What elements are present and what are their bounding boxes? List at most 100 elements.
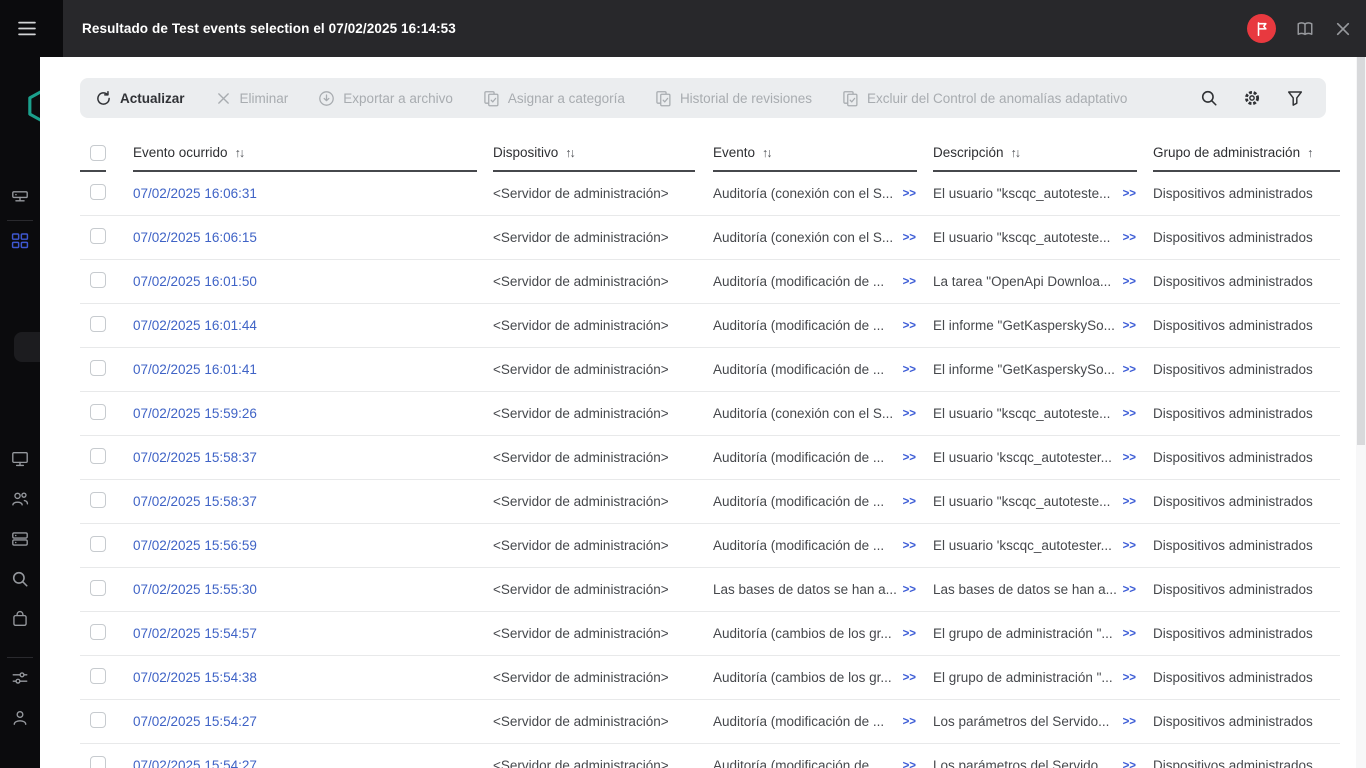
- event-time-link[interactable]: 07/02/2025 15:54:27: [133, 714, 257, 729]
- row-checkbox[interactable]: [90, 184, 106, 200]
- expand-chevrons-link[interactable]: >>: [1123, 232, 1136, 244]
- sort-arrows-icon[interactable]: ↑: [1307, 146, 1311, 160]
- event-time-link[interactable]: 07/02/2025 15:56:59: [133, 538, 257, 553]
- expand-chevrons-link[interactable]: >>: [1123, 496, 1136, 508]
- expand-chevrons-link[interactable]: >>: [903, 496, 916, 508]
- event-time-link[interactable]: 07/02/2025 16:06:31: [133, 186, 257, 201]
- event-time-link[interactable]: 07/02/2025 15:54:27: [133, 758, 257, 768]
- device-cell: <Servidor de administración>: [493, 714, 713, 729]
- toolbar-button-excluir-del-control-de-anomalías-adaptativo[interactable]: Excluir del Control de anomalías adaptat…: [842, 90, 1127, 107]
- expand-chevrons-link[interactable]: >>: [1123, 628, 1136, 640]
- event-time-link[interactable]: 07/02/2025 15:59:26: [133, 406, 257, 421]
- row-checkbox[interactable]: [90, 360, 106, 376]
- row-checkbox[interactable]: [90, 536, 106, 552]
- expand-chevrons-link[interactable]: >>: [1123, 760, 1136, 768]
- expand-chevrons-link[interactable]: >>: [903, 716, 916, 728]
- settings-gear-button[interactable]: [1243, 89, 1261, 107]
- expand-chevrons-link[interactable]: >>: [903, 276, 916, 288]
- row-checkbox[interactable]: [90, 404, 106, 420]
- row-checkbox[interactable]: [90, 668, 106, 684]
- sort-arrows-icon[interactable]: ↑↓: [565, 146, 574, 160]
- sidebar-item-server[interactable]: [11, 188, 29, 206]
- expand-chevrons-link[interactable]: >>: [903, 540, 916, 552]
- expand-chevrons-link[interactable]: >>: [1123, 672, 1136, 684]
- toolbar: Actualizar Eliminar Exportar a archivo Asig…: [80, 78, 1326, 118]
- column-header-evento-ocurrido[interactable]: Evento ocurrido↑↓: [133, 135, 493, 172]
- expand-chevrons-link[interactable]: >>: [1123, 364, 1136, 376]
- hamburger-icon: [17, 20, 37, 37]
- notifications-badge[interactable]: [1247, 14, 1276, 43]
- sidebar-item-storage[interactable]: [11, 530, 29, 548]
- expand-chevrons-link[interactable]: >>: [1123, 408, 1136, 420]
- expand-chevrons-link[interactable]: >>: [903, 760, 916, 768]
- scrollbar-thumb[interactable]: [1357, 57, 1365, 445]
- event-cell: Auditoría (modificación de ...>>: [713, 714, 933, 729]
- close-button[interactable]: [1334, 20, 1352, 38]
- sidebar-item-users[interactable]: [11, 490, 29, 508]
- select-all-checkbox[interactable]: [90, 145, 106, 161]
- event-time-link[interactable]: 07/02/2025 16:06:15: [133, 230, 257, 245]
- sort-arrows-icon[interactable]: ↑↓: [1011, 146, 1020, 160]
- expand-chevrons-link[interactable]: >>: [1123, 584, 1136, 596]
- toolbar-button-asignar-a-categoría[interactable]: Asignar a categoría: [483, 90, 625, 107]
- row-checkbox[interactable]: [90, 316, 106, 332]
- expand-chevrons-link[interactable]: >>: [1123, 188, 1136, 200]
- event-time-link[interactable]: 07/02/2025 16:01:44: [133, 318, 257, 333]
- row-checkbox-cell: [80, 712, 133, 731]
- row-checkbox[interactable]: [90, 624, 106, 640]
- description-cell-text: Las bases de datos se han a...: [933, 582, 1117, 597]
- description-cell-text: El usuario 'kscqc_autotester...: [933, 538, 1112, 553]
- sidebar-item-search[interactable]: [11, 570, 29, 588]
- expand-chevrons-link[interactable]: >>: [903, 408, 916, 420]
- row-checkbox[interactable]: [90, 580, 106, 596]
- toolbar-button-exportar-a-archivo[interactable]: Exportar a archivo: [318, 90, 453, 107]
- sidebar-item-apps-grid[interactable]: [11, 232, 29, 250]
- sort-arrows-icon[interactable]: ↑↓: [762, 146, 771, 160]
- expand-chevrons-link[interactable]: >>: [903, 628, 916, 640]
- row-checkbox[interactable]: [90, 448, 106, 464]
- toolbar-button-eliminar[interactable]: Eliminar: [215, 90, 289, 107]
- sidebar-selected-item-highlight[interactable]: [14, 332, 40, 362]
- sidebar-item-marketplace[interactable]: [11, 610, 29, 628]
- row-checkbox[interactable]: [90, 712, 106, 728]
- sidebar-item-console-settings[interactable]: [11, 669, 29, 687]
- event-time-link[interactable]: 07/02/2025 15:54:38: [133, 670, 257, 685]
- row-checkbox[interactable]: [90, 228, 106, 244]
- row-checkbox[interactable]: [90, 756, 106, 768]
- expand-chevrons-link[interactable]: >>: [1123, 276, 1136, 288]
- row-checkbox[interactable]: [90, 272, 106, 288]
- filter-funnel-button[interactable]: [1286, 89, 1304, 107]
- toolbar-button-historial-de-revisiones[interactable]: Historial de revisiones: [655, 90, 812, 107]
- marketplace-icon: [11, 610, 29, 628]
- event-time-link[interactable]: 07/02/2025 15:54:57: [133, 626, 257, 641]
- toolbar-button-actualizar[interactable]: Actualizar: [95, 90, 185, 107]
- expand-chevrons-link[interactable]: >>: [903, 364, 916, 376]
- expand-chevrons-link[interactable]: >>: [1123, 716, 1136, 728]
- column-header-evento[interactable]: Evento↑↓: [713, 135, 933, 172]
- expand-chevrons-link[interactable]: >>: [903, 232, 916, 244]
- sidebar-item-devices[interactable]: [11, 450, 29, 468]
- expand-chevrons-link[interactable]: >>: [1123, 540, 1136, 552]
- expand-chevrons-link[interactable]: >>: [1123, 452, 1136, 464]
- event-time-link[interactable]: 07/02/2025 15:55:30: [133, 582, 257, 597]
- sidebar-item-account[interactable]: [11, 709, 29, 727]
- expand-chevrons-link[interactable]: >>: [1123, 320, 1136, 332]
- column-header-descripción[interactable]: Descripción↑↓: [933, 135, 1153, 172]
- expand-chevrons-link[interactable]: >>: [903, 584, 916, 596]
- column-header-dispositivo[interactable]: Dispositivo↑↓: [493, 135, 713, 172]
- sort-arrows-icon[interactable]: ↑↓: [235, 146, 244, 160]
- event-time-link[interactable]: 07/02/2025 16:01:41: [133, 362, 257, 377]
- event-time-link[interactable]: 07/02/2025 16:01:50: [133, 274, 257, 289]
- event-time-link[interactable]: 07/02/2025 15:58:37: [133, 450, 257, 465]
- documentation-book-button[interactable]: [1296, 20, 1314, 38]
- expand-chevrons-link[interactable]: >>: [903, 452, 916, 464]
- row-checkbox-cell: [80, 448, 133, 467]
- row-checkbox[interactable]: [90, 492, 106, 508]
- search-button[interactable]: [1200, 89, 1218, 107]
- expand-chevrons-link[interactable]: >>: [903, 188, 916, 200]
- expand-chevrons-link[interactable]: >>: [903, 672, 916, 684]
- column-header-grupo-de-administración[interactable]: Grupo de administración↑: [1153, 135, 1340, 172]
- event-time-link[interactable]: 07/02/2025 15:58:37: [133, 494, 257, 509]
- main-menu-button[interactable]: [17, 20, 37, 37]
- expand-chevrons-link[interactable]: >>: [903, 320, 916, 332]
